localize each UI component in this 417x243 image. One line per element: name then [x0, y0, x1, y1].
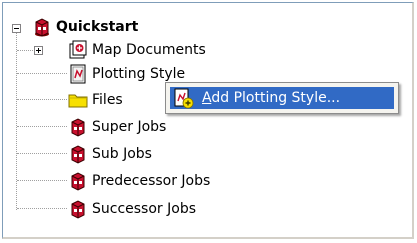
tree-connector-line — [17, 50, 35, 51]
add-plotting-style-icon — [174, 88, 194, 109]
tree-node-label: Files — [92, 92, 123, 108]
tree-node-sub-jobs[interactable]: Sub Jobs — [67, 143, 156, 165]
tree-node-label: Plotting Style — [92, 66, 186, 82]
quickstart-icon — [35, 18, 49, 37]
context-menu: Add Plotting Style... — [165, 82, 399, 114]
job-icon — [71, 118, 85, 137]
tree-node-label: Predecessor Jobs — [92, 173, 211, 189]
job-tree-window: Quickstart Map Documents Plotting Style — [0, 0, 417, 243]
tree-view-panel: Quickstart Map Documents Plotting Style — [2, 2, 414, 239]
job-icon — [71, 172, 85, 191]
tree-node-map-documents[interactable]: Map Documents — [67, 39, 210, 61]
tree-node-files[interactable]: Files — [67, 89, 127, 111]
tree-node-quickstart[interactable]: Quickstart — [31, 16, 142, 38]
expand-toggle-map-documents[interactable] — [34, 46, 43, 55]
tree-connector-line — [17, 208, 67, 209]
collapse-toggle-quickstart[interactable] — [12, 24, 21, 33]
tree-node-label: Super Jobs — [92, 119, 167, 135]
job-icon — [71, 200, 85, 219]
tree-connector-line — [17, 126, 67, 127]
job-icon — [71, 145, 85, 164]
tree-node-successor-jobs[interactable]: Successor Jobs — [67, 198, 200, 220]
plotting-style-icon — [70, 64, 86, 84]
tree-node-label: Sub Jobs — [92, 146, 152, 162]
menu-item-add-plotting-style[interactable]: Add Plotting Style... — [170, 87, 394, 109]
tree-connector-line — [16, 30, 17, 210]
folder-icon — [68, 94, 88, 108]
tree-node-label: Quickstart — [56, 19, 139, 35]
tree-node-super-jobs[interactable]: Super Jobs — [67, 116, 170, 138]
tree-node-label: Map Documents — [92, 42, 206, 58]
tree-connector-line — [17, 153, 67, 154]
map-document-icon — [69, 40, 87, 59]
tree-node-predecessor-jobs[interactable]: Predecessor Jobs — [67, 170, 214, 192]
tree-connector-line — [17, 73, 67, 74]
tree-connector-line — [17, 99, 67, 100]
menu-item-label: Add Plotting Style... — [202, 90, 341, 106]
tree-connector-line — [17, 180, 67, 181]
tree-node-label: Successor Jobs — [92, 201, 197, 217]
